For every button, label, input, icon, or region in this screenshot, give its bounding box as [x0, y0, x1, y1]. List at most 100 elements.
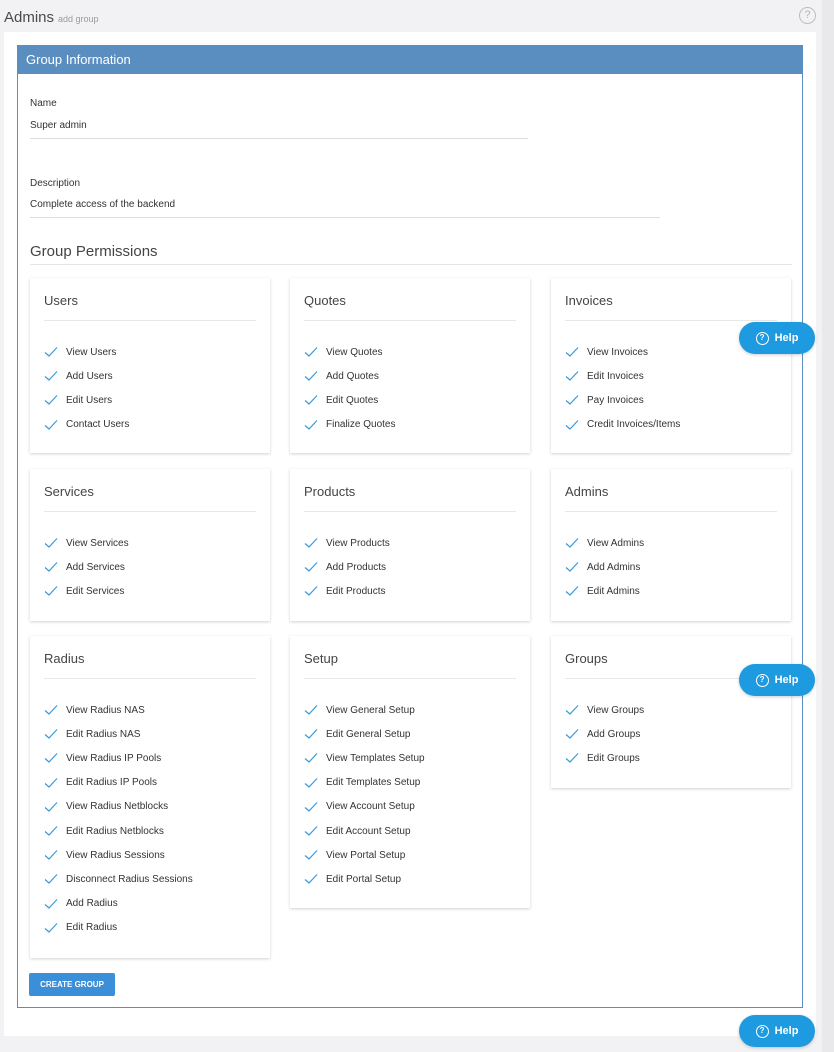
- permission-item[interactable]: Add Admins: [565, 555, 644, 579]
- permission-label: Add Quotes: [326, 370, 379, 382]
- permission-item[interactable]: Add Radius: [44, 892, 193, 916]
- check-icon: [44, 395, 58, 406]
- permission-item[interactable]: Edit Radius IP Pools: [44, 771, 193, 795]
- check-icon: [565, 538, 579, 548]
- permission-label: Edit Radius: [66, 922, 118, 934]
- permission-item[interactable]: Edit Account Setup: [304, 819, 425, 843]
- permission-item[interactable]: Edit Groups: [565, 746, 644, 770]
- permission-item[interactable]: View Products: [304, 531, 390, 555]
- check-icon: [44, 826, 58, 836]
- panel-title: Group Information: [18, 46, 802, 74]
- check-icon: [304, 347, 318, 357]
- check-icon: [44, 850, 58, 861]
- name-field[interactable]: Super admin: [30, 120, 528, 139]
- permission-item[interactable]: Pay Invoices: [565, 388, 680, 412]
- check-icon: [304, 874, 318, 885]
- check-icon: [44, 347, 58, 357]
- permission-item[interactable]: View Groups: [565, 698, 644, 722]
- help-button[interactable]: ? Help: [739, 322, 815, 354]
- permission-label: Edit Users: [66, 394, 113, 406]
- description-field[interactable]: Complete access of the backend: [30, 199, 660, 218]
- check-icon: [44, 801, 58, 812]
- permission-list: View Groups Add Groups Edit Groups: [565, 698, 644, 771]
- permission-card-invoices: Invoices View Invoices Edit Invoices Pay In…: [551, 278, 791, 453]
- permission-item[interactable]: View Radius Netblocks: [44, 795, 193, 819]
- question-circle-icon[interactable]: ?: [799, 7, 816, 24]
- permission-item[interactable]: Edit Quotes: [304, 388, 395, 412]
- permission-label: View Products: [326, 537, 390, 549]
- help-label: Help: [774, 1025, 799, 1037]
- permission-list: View Radius NAS Edit Radius NAS View Radiu…: [44, 698, 193, 940]
- permission-label: Contact Users: [66, 419, 130, 431]
- permission-item[interactable]: Edit Services: [44, 579, 129, 603]
- check-icon: [44, 419, 58, 430]
- permission-card-title: Products: [304, 484, 516, 512]
- permission-item[interactable]: Add Users: [44, 364, 129, 388]
- permission-item[interactable]: Add Products: [304, 555, 390, 579]
- permission-item[interactable]: View Radius IP Pools: [44, 746, 193, 770]
- permission-item[interactable]: View General Setup: [304, 698, 425, 722]
- permission-card-setup: Setup View General Setup Edit General Setu…: [290, 636, 530, 908]
- permission-label: View Radius NAS: [66, 704, 145, 716]
- permission-label: Edit Templates Setup: [326, 777, 421, 789]
- permission-label: View Templates Setup: [326, 752, 425, 764]
- permission-item[interactable]: View Radius NAS: [44, 698, 193, 722]
- permission-card-title: Admins: [565, 484, 777, 512]
- permission-item[interactable]: View Radius Sessions: [44, 843, 193, 867]
- check-icon: [304, 753, 318, 764]
- permission-label: Edit Products: [326, 585, 386, 597]
- page-title-text: Admins: [4, 9, 55, 26]
- permission-item[interactable]: Edit General Setup: [304, 722, 425, 746]
- permission-item[interactable]: View Account Setup: [304, 795, 425, 819]
- group-permissions-title: Group Permissions: [30, 243, 792, 265]
- permission-item[interactable]: Finalize Quotes: [304, 413, 395, 437]
- permission-item[interactable]: View Admins: [565, 531, 644, 555]
- permission-item[interactable]: View Services: [44, 531, 129, 555]
- permission-label: View Quotes: [326, 346, 383, 358]
- permission-list: View Invoices Edit Invoices Pay Invoices Cr…: [565, 340, 680, 437]
- check-icon: [44, 922, 58, 933]
- check-icon: [44, 538, 58, 548]
- page-title: Admins add group: [4, 9, 99, 26]
- check-icon: [565, 729, 579, 740]
- permission-item[interactable]: Edit Portal Setup: [304, 867, 425, 891]
- check-icon: [44, 753, 58, 764]
- check-icon: [565, 371, 579, 382]
- permission-item[interactable]: Edit Admins: [565, 579, 644, 603]
- help-button[interactable]: ? Help: [739, 1015, 815, 1047]
- permission-item[interactable]: Edit Users: [44, 388, 129, 412]
- permission-item[interactable]: View Users: [44, 340, 129, 364]
- permission-card-title: Services: [44, 484, 256, 512]
- permission-label: Add Products: [326, 561, 387, 573]
- permission-item[interactable]: Contact Users: [44, 413, 129, 437]
- permission-label: Edit Admins: [587, 585, 640, 597]
- check-icon: [304, 562, 318, 573]
- permission-item[interactable]: Edit Invoices: [565, 364, 680, 388]
- permission-card-admins: Admins View Admins Add Admins Edit Admins: [551, 469, 791, 621]
- permission-item[interactable]: Add Services: [44, 555, 129, 579]
- permission-label: Edit Radius Netblocks: [66, 825, 164, 837]
- permission-list: View Quotes Add Quotes Edit Quotes Finalize…: [304, 340, 395, 437]
- check-icon: [565, 586, 579, 597]
- permission-item[interactable]: View Portal Setup: [304, 843, 425, 867]
- permission-label: Edit Groups: [587, 752, 640, 764]
- permission-item[interactable]: View Quotes: [304, 340, 395, 364]
- permission-card-title: Radius: [44, 651, 256, 679]
- permission-item[interactable]: Edit Radius Netblocks: [44, 819, 193, 843]
- permission-item[interactable]: Edit Templates Setup: [304, 771, 425, 795]
- permission-item[interactable]: Edit Radius: [44, 916, 193, 940]
- permission-item[interactable]: Disconnect Radius Sessions: [44, 867, 193, 891]
- permission-item[interactable]: Credit Invoices/Items: [565, 413, 680, 437]
- permission-item[interactable]: Add Groups: [565, 722, 644, 746]
- permission-item[interactable]: Edit Products: [304, 579, 390, 603]
- create-group-button[interactable]: CREATE GROUP: [29, 973, 115, 996]
- help-button[interactable]: ? Help: [739, 664, 815, 696]
- check-icon: [304, 826, 318, 836]
- question-circle-icon: ?: [755, 331, 769, 345]
- permission-item[interactable]: View Invoices: [565, 340, 680, 364]
- permission-item[interactable]: Add Quotes: [304, 364, 395, 388]
- permission-label: View Services: [66, 537, 129, 549]
- permission-item[interactable]: Edit Radius NAS: [44, 722, 193, 746]
- permission-item[interactable]: View Templates Setup: [304, 746, 425, 770]
- permission-label: Edit General Setup: [326, 728, 411, 740]
